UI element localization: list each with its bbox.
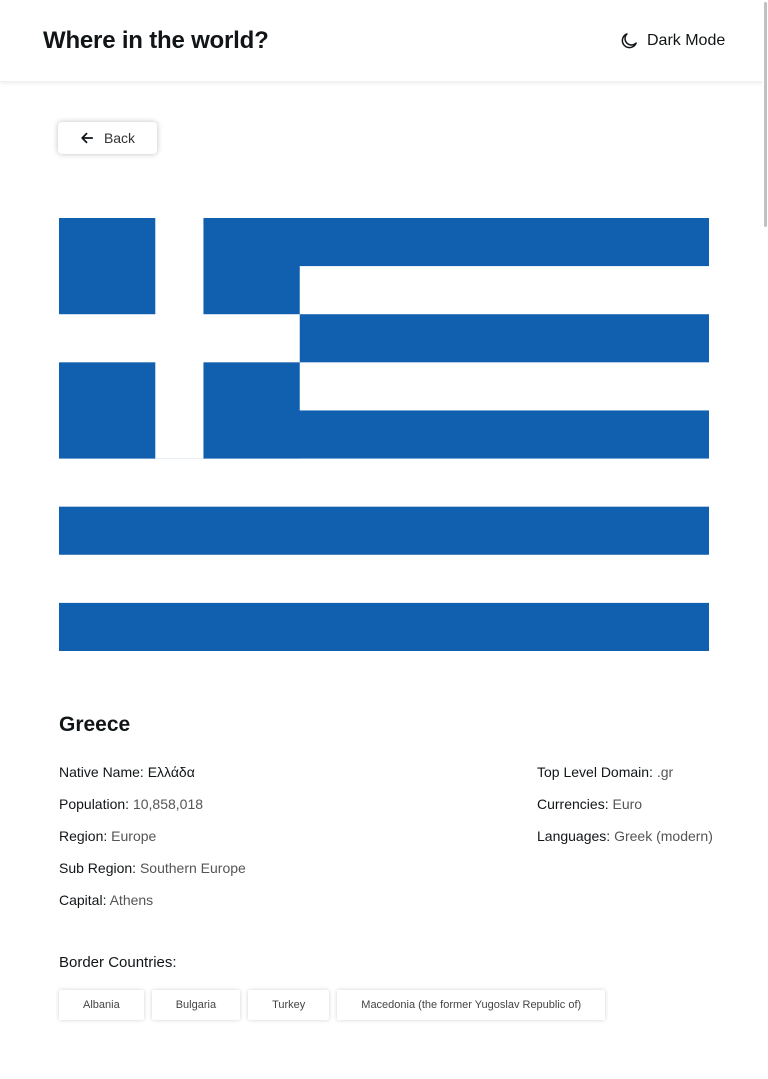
population-label: Population:	[59, 796, 130, 812]
dark-mode-toggle[interactable]: Dark Mode	[619, 30, 725, 52]
dark-mode-label: Dark Mode	[647, 32, 726, 49]
border-country-button[interactable]: Bulgaria	[151, 990, 241, 1020]
region-label: Region:	[59, 828, 108, 844]
border-country-button[interactable]: Albania	[59, 990, 144, 1020]
currencies-label: Currencies:	[537, 796, 609, 812]
back-button-label: Back	[103, 130, 136, 146]
border-countries-list: Albania Bulgaria Turkey Macedonia (the f…	[59, 990, 606, 1020]
native-name-value: Ελλάδα	[147, 764, 195, 780]
country-name: Greece	[59, 713, 131, 736]
sub-region-value: Southern Europe	[139, 860, 246, 876]
moon-icon	[621, 33, 637, 49]
scrollbar-thumb[interactable]	[764, 2, 767, 227]
country-flag	[59, 218, 709, 651]
population-value: 10,858,018	[132, 796, 204, 812]
languages-value: Greek (modern)	[614, 828, 713, 844]
region-value: Europe	[111, 828, 157, 844]
population-row: Population: 10,858,018	[59, 796, 203, 812]
app-title: Where in the world?	[43, 27, 269, 54]
region-row: Region: Europe	[59, 828, 156, 844]
sub-region-label: Sub Region:	[59, 860, 137, 876]
border-country-button[interactable]: Turkey	[248, 990, 330, 1020]
languages-label: Languages:	[537, 828, 611, 844]
arrow-left-icon	[81, 132, 94, 144]
currencies-row: Currencies: Euro	[537, 796, 642, 812]
capital-row: Capital: Athens	[59, 892, 153, 908]
top-level-domain-value: .gr	[656, 764, 674, 780]
currencies-value: Euro	[612, 796, 643, 812]
greece-flag-image	[59, 218, 709, 651]
native-name-row: Native Name: Ελλάδα	[59, 764, 195, 780]
capital-value: Athens	[109, 892, 154, 908]
border-countries-title: Border Countries:	[59, 954, 177, 971]
sub-region-row: Sub Region: Southern Europe	[59, 860, 246, 876]
capital-label: Capital:	[59, 892, 107, 908]
border-country-button[interactable]: Macedonia (the former Yugoslav Republic …	[337, 990, 606, 1020]
back-button[interactable]: Back	[58, 122, 157, 154]
top-level-domain-label: Top Level Domain:	[537, 764, 653, 780]
page-scrollbar[interactable]	[762, 0, 768, 1079]
native-name-label: Native Name:	[59, 764, 144, 780]
top-level-domain-row: Top Level Domain: .gr	[537, 764, 673, 780]
languages-row: Languages: Greek (modern)	[537, 828, 713, 844]
app-header: Where in the world? Dark Mode	[0, 0, 768, 82]
